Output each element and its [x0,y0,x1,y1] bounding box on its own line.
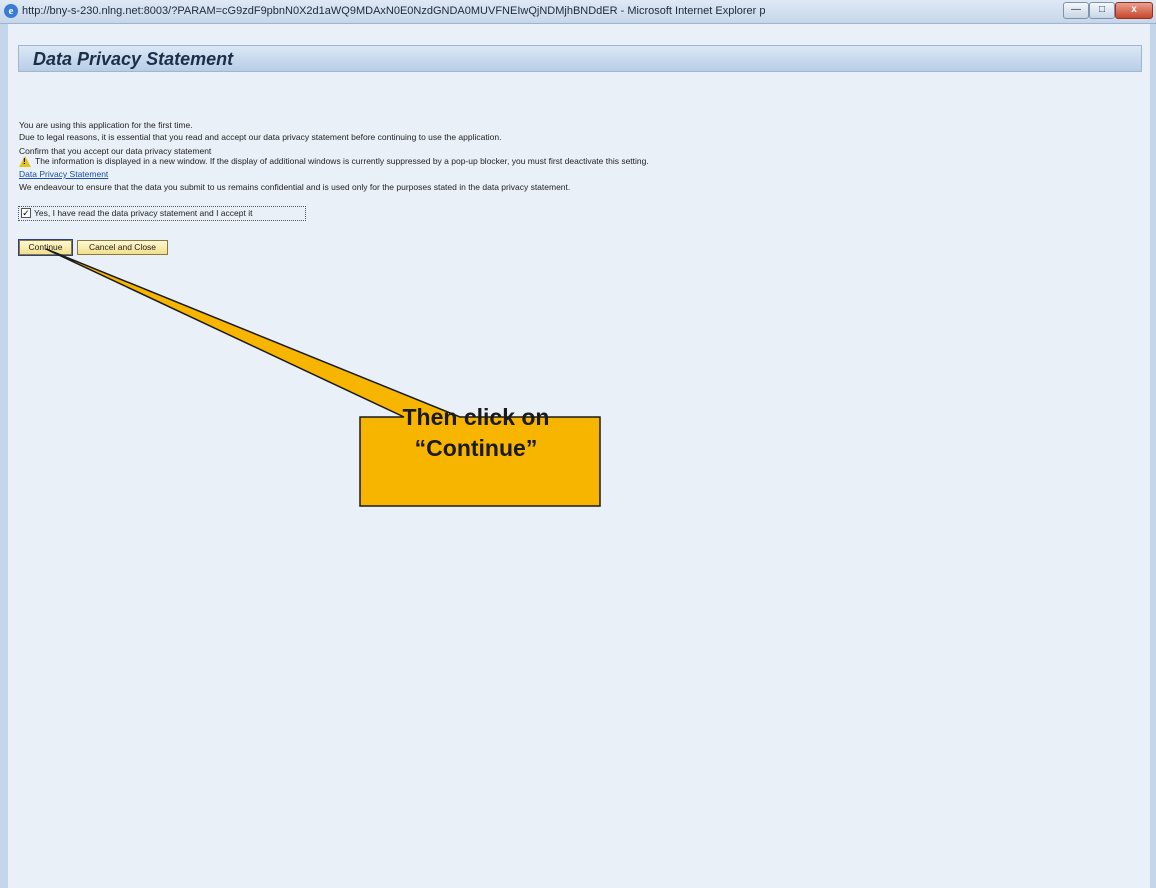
callout-line-1: Then click on [402,404,550,430]
callout-line-2: “Continue” [414,435,538,461]
callout-text: Then click on “Continue” [352,402,600,464]
callout-shape [45,248,601,507]
